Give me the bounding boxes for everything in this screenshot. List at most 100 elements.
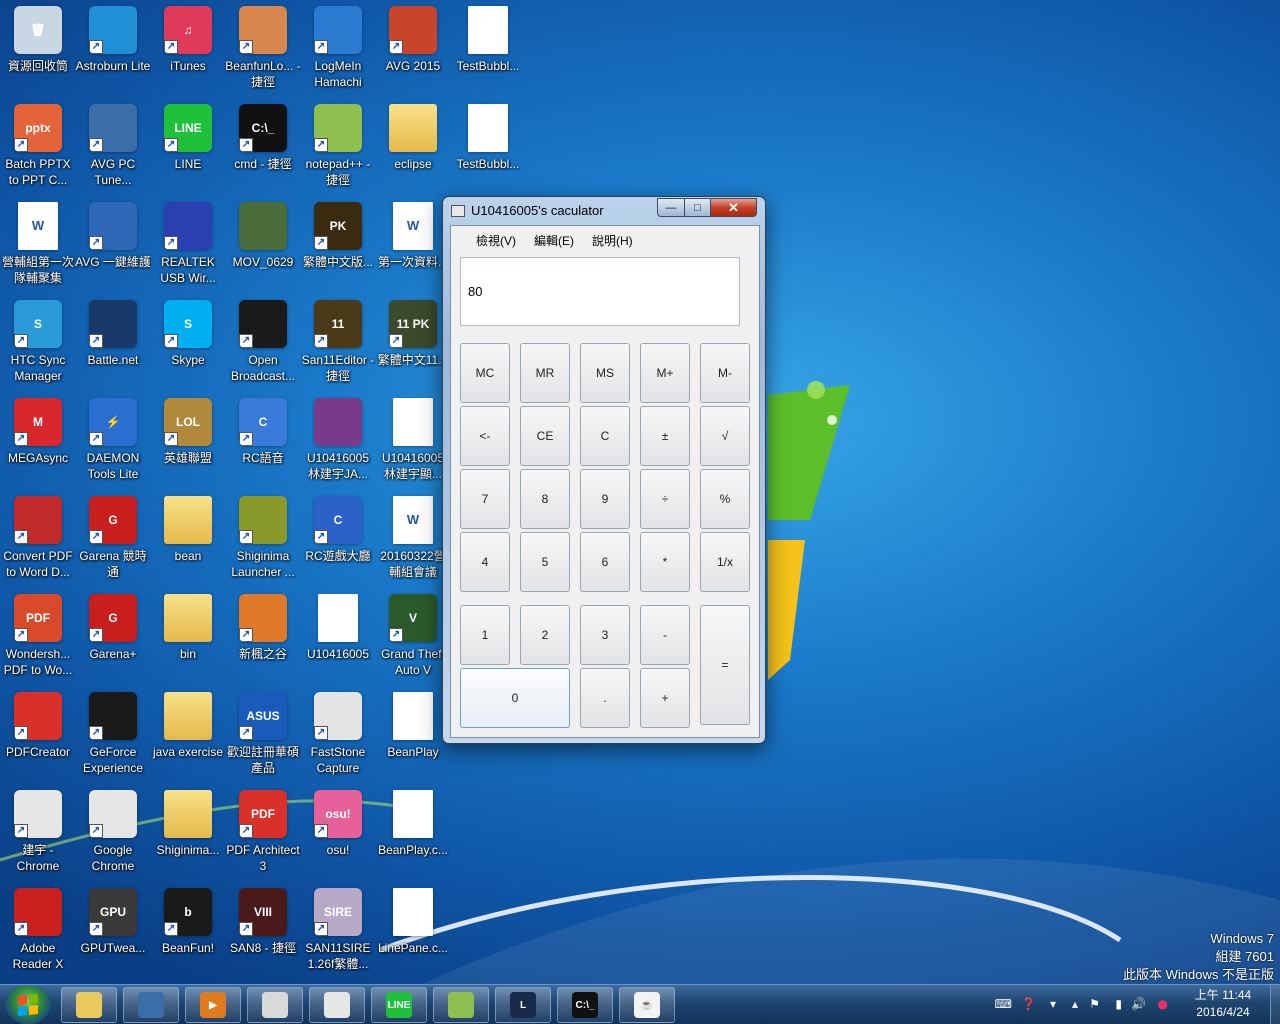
desktop-icon[interactable]: ⚡ ↗ DAEMON Tools Lite (75, 392, 151, 490)
desktop-icon[interactable]: S ↗ Skype (150, 294, 226, 392)
digit-6-button[interactable]: 6 (580, 532, 630, 592)
desktop-icon[interactable]: Shiginima... (150, 784, 226, 882)
desktop-icon[interactable]: V ↗ Grand Theft Auto V (375, 588, 451, 686)
desktop-icon[interactable]: C ↗ RC語音 (225, 392, 301, 490)
desktop-icon[interactable]: ↗ Google Chrome (75, 784, 151, 882)
desktop-icon[interactable]: ↗ FastStone Capture (300, 686, 376, 784)
desktop-icon[interactable]: VIII ↗ SAN8 - 捷徑 (225, 882, 301, 980)
digit-8-button[interactable]: 8 (520, 469, 570, 529)
desktop-icon[interactable]: U10416005 林建宇JA... (300, 392, 376, 490)
taskbar-notepad++-button[interactable] (433, 987, 489, 1023)
backspace-button[interactable]: <- (460, 406, 510, 466)
taskbar-line-button[interactable]: LINE (371, 987, 427, 1023)
digit-0-button[interactable]: 0 (460, 668, 570, 728)
desktop-icon[interactable]: ↗ AVG PC Tune... (75, 98, 151, 196)
desktop-icon[interactable]: pptx ↗ Batch PPTX to PPT C... (0, 98, 76, 196)
desktop-icon[interactable]: bean (150, 490, 226, 588)
desktop-icon[interactable]: ↗ notepad++ - 捷徑 (300, 98, 376, 196)
desktop-icon[interactable]: ↗ AVG 2015 (375, 0, 451, 98)
square-root-button[interactable]: √ (700, 406, 750, 466)
desktop-icon[interactable]: PK ↗ 繁體中文版... (300, 196, 376, 294)
taskbar-chrome-button[interactable] (309, 987, 365, 1023)
desktop-icon[interactable]: TestBubbl... (450, 98, 526, 196)
taskbar-java-button[interactable]: ☕ (619, 987, 675, 1023)
memory-add-button[interactable]: M+ (640, 343, 690, 403)
percent-button[interactable]: % (700, 469, 750, 529)
desktop-icon[interactable]: GPU ↗ GPUTwea... (75, 882, 151, 980)
memory-subtract-button[interactable]: M- (700, 343, 750, 403)
digit-5-button[interactable]: 5 (520, 532, 570, 592)
memory-recall-button[interactable]: MR (520, 343, 570, 403)
desktop-icon[interactable]: ↗ LogMeIn Hamachi (300, 0, 376, 98)
multiply-button[interactable]: * (640, 532, 690, 592)
desktop-icon[interactable]: ↗ Open Broadcast... (225, 294, 301, 392)
action-center-flag-icon[interactable]: ⚑ (1089, 997, 1100, 1011)
digit-7-button[interactable]: 7 (460, 469, 510, 529)
digit-3-button[interactable]: 3 (580, 605, 630, 665)
desktop-icon[interactable]: b ↗ BeanFun! (150, 882, 226, 980)
show-desktop-button[interactable] (1270, 985, 1280, 1024)
desktop-icon[interactable]: C ↗ RC遊戲大廳 (300, 490, 376, 588)
desktop-icon[interactable]: BeanPlay (375, 686, 451, 784)
desktop-icon[interactable]: ↗ REALTEK USB Wir... (150, 196, 226, 294)
desktop-icon[interactable]: ↗ AVG 一鍵維護 (75, 196, 151, 294)
digit-4-button[interactable]: 4 (460, 532, 510, 592)
desktop-icon[interactable]: 11 ↗ San11Editor - 捷徑 (300, 294, 376, 392)
help-icon[interactable]: ❓ (1021, 997, 1036, 1011)
desktop-icon[interactable]: TestBubbl... (450, 0, 526, 98)
desktop-icon[interactable]: MOV_0629 (225, 196, 301, 294)
desktop-icon[interactable]: ASUS ↗ 歡迎註冊華碩產品 (225, 686, 301, 784)
desktop-icon[interactable]: osu! ↗ osu! (300, 784, 376, 882)
negate-button[interactable]: ± (640, 406, 690, 466)
menu-view[interactable]: 檢視(V) (467, 232, 525, 249)
maximize-button[interactable]: □ (684, 198, 711, 217)
desktop-icon[interactable]: ↗ Shiginima Launcher ... (225, 490, 301, 588)
desktop-icon[interactable]: W 20160322營輔組會議 (375, 490, 451, 588)
network-status-icon[interactable]: ▾ (1050, 997, 1056, 1011)
taskbar-league-button[interactable]: L (495, 987, 551, 1023)
clear-entry-button[interactable]: CE (520, 406, 570, 466)
desktop-icon[interactable]: 11 PK ↗ 繁體中文11... (375, 294, 451, 392)
signal-bars-icon[interactable]: ▮ (1115, 997, 1122, 1011)
desktop-icon[interactable]: U10416005 林建宇顯... (375, 392, 451, 490)
desktop-icon[interactable]: ↗ Adobe Reader X (0, 882, 76, 980)
keyboard-icon[interactable]: ⌨ (995, 997, 1012, 1011)
desktop-icon[interactable]: G ↗ Garena+ (75, 588, 151, 686)
minimize-button[interactable]: — (657, 198, 685, 217)
desktop-icon[interactable]: ↗ 新楓之谷 (225, 588, 301, 686)
desktop-icon[interactable]: 🗑 資源回收筒 (0, 0, 76, 98)
desktop-icon[interactable]: W 營輔組第一次隊輔聚集 (0, 196, 76, 294)
desktop-icon[interactable]: ↗ Battle.net (75, 294, 151, 392)
show-hidden-icons-icon[interactable]: ▴ (1072, 997, 1078, 1011)
start-button[interactable] (4, 986, 52, 1024)
desktop-icon[interactable]: ↗ GeForce Experience (75, 686, 151, 784)
system-clock[interactable]: 上午 11:44 2016/4/24 (1180, 987, 1266, 1021)
desktop-icon[interactable]: BeanPlay.c... (375, 784, 451, 882)
volume-icon[interactable]: 🔊 (1131, 997, 1146, 1011)
decimal-point-button[interactable]: . (580, 668, 630, 728)
desktop-icon[interactable]: ↗ 建宇 - Chrome (0, 784, 76, 882)
menu-help[interactable]: 說明(H) (583, 232, 642, 249)
clear-button[interactable]: C (580, 406, 630, 466)
desktop-icon[interactable]: bin (150, 588, 226, 686)
desktop-icon[interactable]: ↗ Convert PDF to Word D... (0, 490, 76, 588)
digit-9-button[interactable]: 9 (580, 469, 630, 529)
desktop-icon[interactable]: S ↗ HTC Sync Manager (0, 294, 76, 392)
memory-store-button[interactable]: MS (580, 343, 630, 403)
desktop-icon[interactable]: ♫ ↗ iTunes (150, 0, 226, 98)
taskbar-media-player-button[interactable]: ▶ (185, 987, 241, 1023)
menu-edit[interactable]: 編輯(E) (525, 232, 583, 249)
desktop-icon[interactable]: LINE ↗ LINE (150, 98, 226, 196)
desktop-icon[interactable]: LOL ↗ 英雄聯盟 (150, 392, 226, 490)
equals-button[interactable]: = (700, 605, 750, 725)
desktop-icon[interactable]: SIRE ↗ SAN11SIRE 1.26f繁體... (300, 882, 376, 980)
desktop-icon[interactable]: java exercise (150, 686, 226, 784)
calculator-window[interactable]: U10416005's caculator — □ ✕ 檢視(V) 編輯(E) … (442, 196, 766, 744)
digit-2-button[interactable]: 2 (520, 605, 570, 665)
desktop-icon[interactable]: ↗ PDFCreator (0, 686, 76, 784)
desktop-icon[interactable]: M ↗ MEGAsync (0, 392, 76, 490)
taskbar-cmd-button[interactable]: C:\_ (557, 987, 613, 1023)
desktop-icon[interactable]: LinePane.c... (375, 882, 451, 980)
desktop-icon[interactable]: U10416005 (300, 588, 376, 686)
desktop-icon[interactable]: C:\_ ↗ cmd - 捷徑 (225, 98, 301, 196)
